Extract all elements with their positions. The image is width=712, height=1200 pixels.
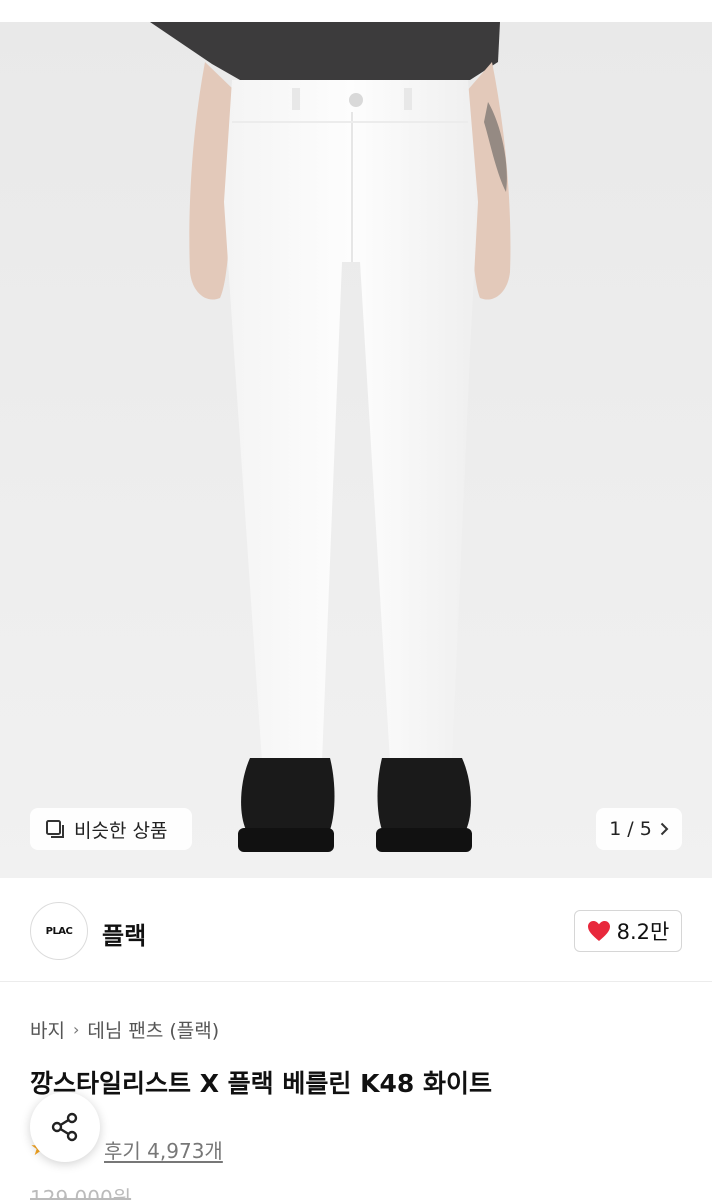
similar-products-button[interactable]: 비슷한 상품 bbox=[30, 808, 192, 850]
like-count: 8.2만 bbox=[616, 920, 670, 944]
breadcrumb: 바지 › 데님 팬츠 (플랙) bbox=[30, 1016, 219, 1043]
share-icon bbox=[51, 1112, 78, 1142]
brand-row: PLAC 플랙 8.2만 bbox=[0, 878, 712, 982]
heart-icon bbox=[587, 921, 610, 941]
brand-logo-text: PLAC bbox=[45, 925, 73, 937]
similar-products-icon bbox=[46, 820, 64, 838]
image-counter-total: 5 bbox=[639, 818, 652, 840]
image-counter-current: 1 bbox=[609, 818, 622, 840]
product-image-gallery[interactable]: 비슷한 상품 1 / 5 bbox=[0, 22, 712, 878]
image-counter-separator: / bbox=[627, 818, 634, 840]
share-button[interactable] bbox=[30, 1092, 100, 1162]
original-price: 129,000원 bbox=[30, 1186, 132, 1200]
breadcrumb-item-pants[interactable]: 바지 bbox=[30, 1016, 65, 1043]
review-count-link[interactable]: 후기 4,973개 bbox=[104, 1135, 223, 1164]
product-photo bbox=[0, 22, 712, 878]
chevron-right-icon bbox=[660, 822, 669, 836]
breadcrumb-item-denim[interactable]: 데님 팬츠 (플랙) bbox=[87, 1016, 219, 1043]
chevron-right-icon: › bbox=[72, 1020, 80, 1039]
brand-name[interactable]: 플랙 bbox=[102, 916, 146, 951]
image-counter[interactable]: 1 / 5 bbox=[596, 808, 682, 850]
product-title: 깡스타일리스트 X 플랙 베를린 K48 화이트 bbox=[30, 1069, 492, 1098]
like-button[interactable]: 8.2만 bbox=[574, 910, 682, 952]
similar-products-label: 비슷한 상품 bbox=[74, 819, 168, 842]
brand-logo[interactable]: PLAC bbox=[30, 902, 88, 960]
